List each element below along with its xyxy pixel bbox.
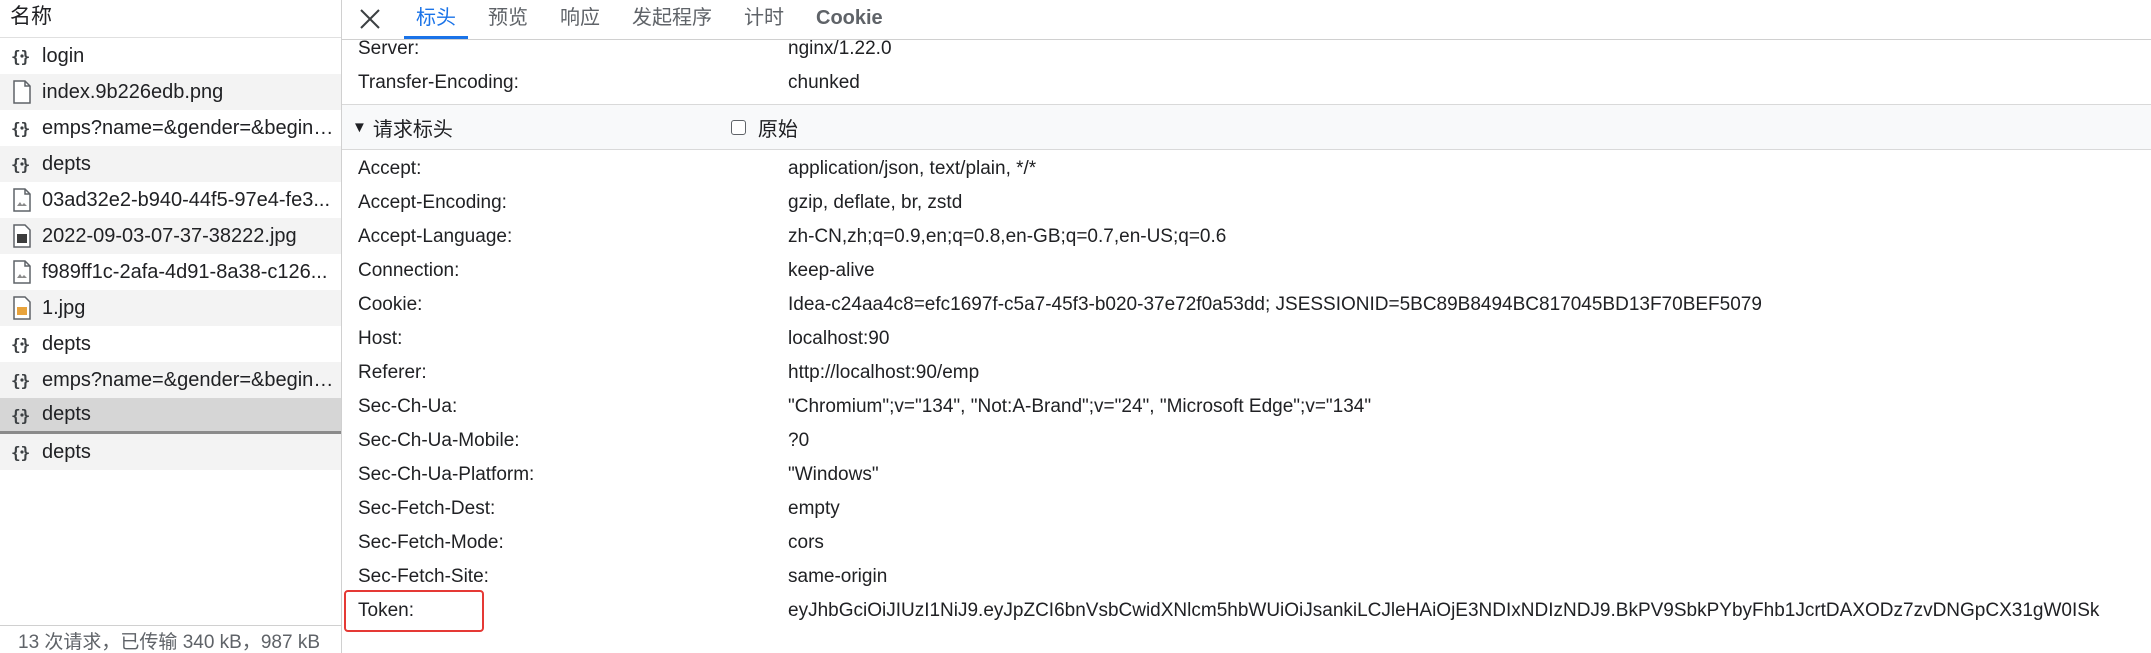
header-name: Server: xyxy=(358,38,420,59)
header-name: Sec-Fetch-Dest: xyxy=(358,498,496,519)
header-value[interactable]: nginx/1.22.0 xyxy=(788,38,2151,60)
fetch-icon: {} xyxy=(10,116,34,140)
request-name: depts xyxy=(42,403,91,425)
header-row: Token: eyJhbGciOiJIUzI1NiJ9.eyJpZCI6bnVsb… xyxy=(342,590,2151,632)
devtools-network-panel: 名称 {} login index.9b226edb.png {} emps?name=… xyxy=(0,0,2151,653)
header-value[interactable]: cors xyxy=(788,532,2151,554)
header-row: Accept-Encoding: gzip, deflate, br, zstd xyxy=(342,186,2151,220)
request-detail-pane: 标头 预览 响应 发起程序 计时 Cookie Server: nginx/1.22.0 Tr… xyxy=(342,0,2151,653)
header-value[interactable]: empty xyxy=(788,498,2151,520)
request-list-item[interactable]: {} depts xyxy=(0,326,341,362)
raw-toggle[interactable]: 原始 xyxy=(730,113,798,142)
header-name: Accept: xyxy=(358,158,422,179)
request-name: emps?name=&gender=&begin=&end=&page=1&pa… xyxy=(42,116,338,139)
header-value[interactable]: same-origin xyxy=(788,566,2151,588)
request-name: depts xyxy=(42,440,91,463)
header-value[interactable]: "Windows" xyxy=(788,464,2151,486)
header-value[interactable]: ?0 xyxy=(788,430,2151,452)
request-list-item[interactable]: {} login xyxy=(0,38,341,74)
request-list: {} login index.9b226edb.png {} emps?name=&ge… xyxy=(0,38,341,470)
header-row: Sec-Fetch-Dest: empty xyxy=(342,492,2151,526)
header-name: Transfer-Encoding: xyxy=(358,72,519,93)
request-name: f989ff1c-2afa-4d91-8a38-c126... xyxy=(42,260,328,283)
request-list-item[interactable]: {} depts xyxy=(0,146,341,182)
header-name: Referer: xyxy=(358,362,427,383)
request-list-item[interactable]: index.9b226edb.png xyxy=(0,74,341,110)
header-name: Sec-Fetch-Site: xyxy=(358,566,489,587)
request-headers-title: 请求标头 xyxy=(372,118,453,141)
request-list-item[interactable]: 2022-09-03-07-37-38222.jpg xyxy=(0,218,341,254)
request-name: 2022-09-03-07-37-38222.jpg xyxy=(42,224,297,247)
request-list-item[interactable]: {} emps?name=&gender=&begin=&end=&page=1&… xyxy=(0,110,341,146)
header-value[interactable]: Idea-c24aa4c8=efc1697f-c5a7-45f3-b020-37… xyxy=(788,294,2151,316)
raw-label: 原始 xyxy=(757,118,798,141)
header-row: Sec-Ch-Ua: "Chromium";v="134", "Not:A-Bra… xyxy=(342,390,2151,424)
request-name: index.9b226edb.png xyxy=(42,80,224,103)
header-value[interactable]: zh-CN,zh;q=0.9,en;q=0.8,en-GB;q=0.7,en-U… xyxy=(788,226,2151,248)
raw-checkbox[interactable] xyxy=(730,119,746,135)
header-row: Cookie: Idea-c24aa4c8=efc1697f-c5a7-45f3-… xyxy=(342,288,2151,322)
image-file-icon xyxy=(10,260,34,284)
fetch-icon: {} xyxy=(10,368,34,392)
header-value[interactable]: eyJhbGciOiJIUzI1NiJ9.eyJpZCI6bnVsbCwidXN… xyxy=(788,600,2151,622)
image-orange-icon xyxy=(10,296,34,320)
header-name: Cookie: xyxy=(358,294,423,315)
fetch-icon: {} xyxy=(10,403,34,427)
header-row: Server: nginx/1.22.0 xyxy=(342,32,2151,66)
request-name: 03ad32e2-b940-44f5-97e4-fe3... xyxy=(42,188,331,211)
header-name: Token: xyxy=(358,600,414,621)
file-icon xyxy=(10,80,34,104)
header-name: Sec-Ch-Ua-Platform: xyxy=(358,464,535,485)
header-name: Connection: xyxy=(358,260,460,281)
header-value[interactable]: localhost:90 xyxy=(788,328,2151,350)
header-row: Sec-Fetch-Mode: cors xyxy=(342,526,2151,560)
header-name: Accept-Language: xyxy=(358,226,513,247)
triangle-down-icon[interactable]: ▼ xyxy=(352,119,367,136)
request-list-item[interactable]: {} emps?name=&gender=&begin=&end=&page=1&… xyxy=(0,362,341,398)
header-name: Sec-Ch-Ua: xyxy=(358,396,458,417)
header-row: Referer: http://localhost:90/emp xyxy=(342,356,2151,390)
header-name: Accept-Encoding: xyxy=(358,192,507,213)
fetch-icon: {} xyxy=(10,152,34,176)
request-name: depts xyxy=(42,332,91,355)
header-value[interactable]: chunked xyxy=(788,72,2151,94)
header-row: Connection: keep-alive xyxy=(342,254,2151,288)
request-list-item[interactable]: f989ff1c-2afa-4d91-8a38-c126... xyxy=(0,254,341,290)
request-list-pane: 名称 {} login index.9b226edb.png {} emps?name=… xyxy=(0,0,342,653)
header-row: Sec-Ch-Ua-Platform: "Windows" xyxy=(342,458,2151,492)
header-name: Sec-Fetch-Mode: xyxy=(358,532,504,553)
image-dark-icon xyxy=(10,224,34,248)
header-value[interactable]: http://localhost:90/emp xyxy=(788,362,2151,384)
status-summary: 13 次请求，已传输 340 kB，987 kB xyxy=(0,625,341,653)
header-row: Accept: application/json, text/plain, */* xyxy=(342,152,2151,186)
image-file-icon xyxy=(10,188,34,212)
header-value[interactable]: keep-alive xyxy=(788,260,2151,282)
request-name: 1.jpg xyxy=(42,296,86,319)
header-value[interactable]: application/json, text/plain, */* xyxy=(788,158,2151,180)
fetch-icon: {} xyxy=(10,44,34,68)
request-name: depts xyxy=(42,152,91,175)
request-list-item[interactable]: {} depts xyxy=(0,398,341,434)
header-value[interactable]: "Chromium";v="134", "Not:A-Brand";v="24"… xyxy=(788,396,2151,418)
header-row: Sec-Ch-Ua-Mobile: ?0 xyxy=(342,424,2151,458)
header-row: Transfer-Encoding: chunked xyxy=(342,66,2151,100)
header-row: Accept-Language: zh-CN,zh;q=0.9,en;q=0.8,… xyxy=(342,220,2151,254)
header-row: Sec-Fetch-Site: same-origin xyxy=(342,560,2151,594)
request-headers-list: Accept: application/json, text/plain, */*… xyxy=(342,150,2151,632)
request-name: login xyxy=(42,44,85,67)
header-row: Host: localhost:90 xyxy=(342,322,2151,356)
request-list-item[interactable]: {} depts xyxy=(0,434,341,470)
request-list-item[interactable]: 03ad32e2-b940-44f5-97e4-fe3... xyxy=(0,182,341,218)
request-name: emps?name=&gender=&begin=&end=&page=1&pa… xyxy=(42,368,338,391)
response-headers-tail: Server: nginx/1.22.0 Transfer-Encoding: chu… xyxy=(342,32,2151,100)
header-value[interactable]: gzip, deflate, br, zstd xyxy=(788,192,2151,214)
name-column-header[interactable]: 名称 xyxy=(0,0,341,38)
request-list-item[interactable]: 1.jpg xyxy=(0,290,341,326)
fetch-icon: {} xyxy=(10,440,34,464)
header-name: Host: xyxy=(358,328,403,349)
fetch-icon: {} xyxy=(10,332,34,356)
header-name: Sec-Ch-Ua-Mobile: xyxy=(358,430,520,451)
request-headers-section-header[interactable]: ▼ 请求标头 原始 xyxy=(342,104,2151,150)
